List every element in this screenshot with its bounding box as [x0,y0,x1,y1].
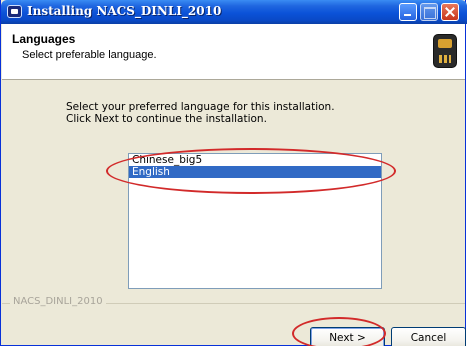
device-keys [439,55,451,63]
window-title: Installing NACS_DINLI_2010 [27,4,222,18]
next-button[interactable]: Next > [310,327,385,346]
device-screen [438,39,452,48]
wizard-body: Select your preferred language for this … [2,81,466,346]
device-logo-icon [433,34,457,68]
cancel-button[interactable]: Cancel [391,327,466,346]
instructions: Select your preferred language for this … [66,101,335,125]
language-option-english[interactable]: English [129,166,381,178]
app-icon [7,5,22,18]
maximize-icon[interactable] [420,3,438,21]
next-button-label: Next > [329,332,366,344]
brand-label: NACS_DINLI_2010 [10,296,106,307]
language-option-chinese-big5[interactable]: Chinese_big5 [129,154,381,166]
cancel-button-label: Cancel [410,332,447,344]
instruction-line-2: Click Next to continue the installation. [66,113,267,125]
instruction-line-1: Select your preferred language for this … [66,101,335,113]
close-icon[interactable] [441,3,459,21]
language-listbox[interactable]: Chinese_big5 English [128,153,382,289]
minimize-icon[interactable] [399,3,417,21]
page-subtitle: Select preferable language. [22,49,157,61]
installer-window: Installing NACS_DINLI_2010 Languages Sel… [0,0,467,346]
page-title: Languages [12,32,76,46]
title-bar[interactable]: Installing NACS_DINLI_2010 [1,0,467,24]
wizard-header: Languages Select preferable language. [2,24,465,80]
